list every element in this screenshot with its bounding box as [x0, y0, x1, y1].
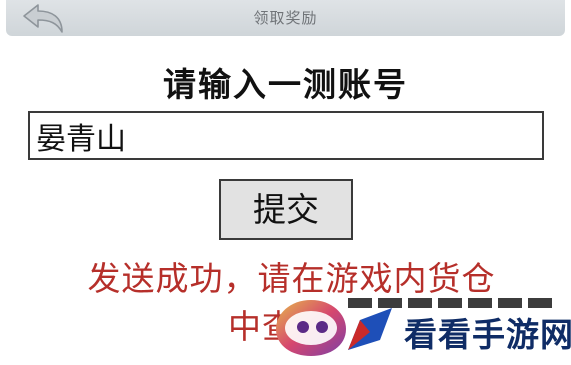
header-bar: 领取奖励 [6, 0, 565, 36]
account-input[interactable] [28, 111, 544, 160]
watermark-text: 看看手游网 [404, 315, 571, 354]
submit-button[interactable]: 提交 [219, 179, 353, 240]
watermark-logo-icon [276, 300, 346, 356]
page-title: 领取奖励 [253, 9, 318, 27]
screen: 领取奖励 请输入一测账号 提交 发送成功，请在游戏内货仓 中查收 看看手游网 [0, 0, 571, 365]
watermark-pen-icon [348, 308, 392, 350]
success-message-line-1: 发送成功，请在游戏内货仓 [87, 259, 496, 298]
account-prompt-label: 请输入一测账号 [163, 65, 408, 104]
